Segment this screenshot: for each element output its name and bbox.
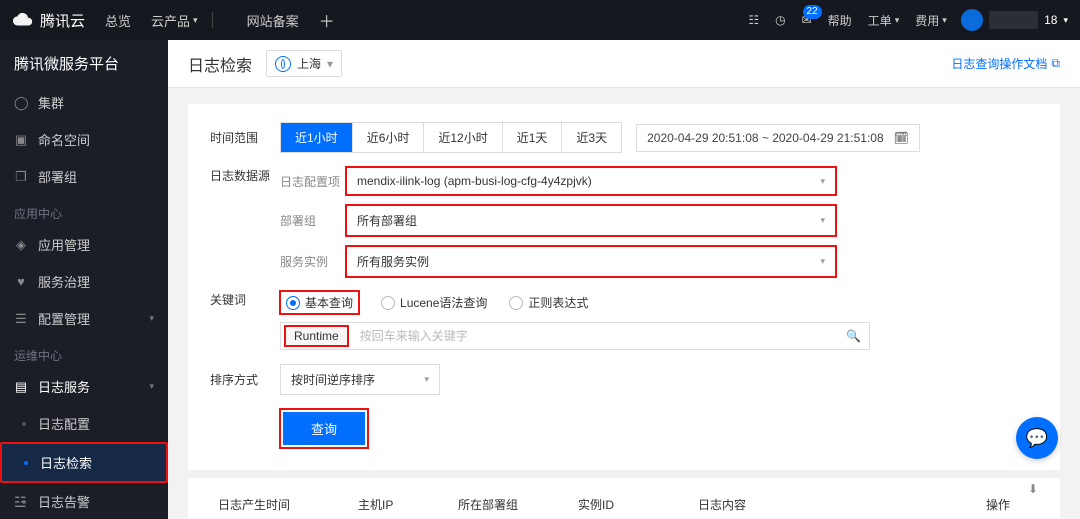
user-name	[989, 11, 1038, 29]
service-icon: ♥	[14, 274, 28, 289]
time-preset-1d[interactable]: 近1天	[503, 123, 563, 152]
namespace-icon: ▣	[14, 132, 28, 148]
label-instance: 服务实例	[280, 253, 346, 270]
label-datasource: 日志数据源	[210, 167, 280, 184]
chevron-down-icon: ▾	[424, 374, 429, 385]
chevron-down-icon: ▾	[942, 15, 947, 26]
brand-text: 腾讯云	[40, 10, 85, 31]
avatar	[961, 9, 983, 31]
page-title: 日志检索	[188, 52, 252, 76]
search-form: 时间范围 近1小时 近6小时 近12小时 近1天 近3天 2020-04-29 …	[188, 104, 1060, 470]
query-button[interactable]: 查询	[283, 412, 365, 445]
label-sort: 排序方式	[210, 371, 280, 388]
divider	[212, 12, 213, 28]
config-select[interactable]: mendix-ilink-log (apm-busi-log-cfg-4y4zp…	[346, 167, 836, 195]
radio-regex-query[interactable]: 正则表达式	[509, 294, 588, 311]
chevron-down-icon: ▾	[895, 15, 900, 26]
main: 日志检索 上海 ▾ 日志查询操作文档 ⧉ 时间范围 近1小时 近6小时 近12小…	[168, 40, 1080, 519]
app-icon: ◈	[14, 237, 28, 253]
search-icon[interactable]: 🔍	[838, 329, 869, 343]
sidebar-item-app-mgmt[interactable]: ◈应用管理	[0, 226, 168, 263]
user-menu[interactable]: 18 ▾	[961, 9, 1068, 31]
time-preset-3d[interactable]: 近3天	[562, 123, 621, 152]
chevron-down-icon: ▾	[820, 215, 825, 226]
keyword-input-wrap: Runtime 🔍	[280, 322, 870, 350]
sidebar-item-namespace[interactable]: ▣命名空间	[0, 121, 168, 158]
sort-select[interactable]: 按时间逆序排序▾	[280, 364, 440, 395]
keyword-input[interactable]	[352, 323, 838, 349]
radio-basic-query[interactable]: 基本查询	[280, 291, 359, 314]
col-group: 所在部署组	[450, 486, 570, 519]
sidebar-sub-log-config[interactable]: 日志配置	[0, 405, 168, 442]
label-time: 时间范围	[210, 129, 280, 146]
sidebar-item-cluster[interactable]: ◯集群	[0, 84, 168, 121]
nav-overview[interactable]: 总览	[105, 11, 131, 30]
time-preset-6h[interactable]: 近6小时	[353, 123, 425, 152]
time-presets: 近1小时 近6小时 近12小时 近1天 近3天	[280, 122, 622, 153]
chevron-down-icon: ▾	[193, 15, 198, 26]
clock-icon[interactable]: ◷	[775, 13, 785, 27]
log-icon: ▤	[14, 379, 28, 395]
nav-help[interactable]: 帮助	[828, 12, 852, 29]
col-ip: 主机IP	[350, 486, 450, 519]
globe-icon	[275, 56, 291, 72]
keyword-tag[interactable]: Runtime	[285, 326, 348, 346]
chat-icon: 💬	[1026, 428, 1048, 449]
col-instance: 实例ID	[570, 486, 690, 519]
chevron-down-icon: ▾	[149, 313, 154, 324]
doc-link[interactable]: 日志查询操作文档 ⧉	[951, 55, 1060, 72]
config-icon: ☰	[14, 311, 28, 327]
col-time: 日志产生时间	[210, 486, 350, 519]
sidebar-section-app: 应用中心	[0, 195, 168, 226]
add-icon[interactable]: ＋	[319, 8, 335, 32]
table-header: 日志产生时间 主机IP 所在部署组 实例ID 日志内容 操作	[210, 486, 1038, 519]
sidebar: 腾讯微服务平台 ◯集群 ▣命名空间 ❐部署组 应用中心 ◈应用管理 ♥服务治理 …	[0, 40, 168, 519]
deploy-icon: ❐	[14, 169, 28, 185]
sidebar-sub-log-search[interactable]: 日志检索	[0, 442, 168, 483]
nav-beian[interactable]: 网站备案	[247, 11, 299, 30]
cloud-icon	[12, 9, 34, 31]
radio-lucene-query[interactable]: Lucene语法查询	[381, 294, 487, 311]
sidebar-item-deploy-group[interactable]: ❐部署组	[0, 158, 168, 195]
nav-ticket[interactable]: 工单▾	[868, 12, 900, 29]
external-link-icon: ⧉	[1051, 56, 1060, 71]
cluster-icon: ◯	[14, 95, 28, 111]
console-icon[interactable]: ☷	[748, 13, 759, 27]
calendar-icon: 🗓	[894, 131, 909, 145]
col-content: 日志内容	[690, 486, 978, 519]
region-value: 上海	[297, 55, 321, 72]
brand-logo[interactable]: 腾讯云	[12, 9, 85, 31]
time-preset-1h[interactable]: 近1小时	[281, 123, 353, 152]
sidebar-section-ops: 运维中心	[0, 337, 168, 368]
chevron-down-icon: ▾	[820, 176, 825, 187]
label-group: 部署组	[280, 212, 346, 229]
chevron-down-icon: ▾	[1063, 15, 1068, 26]
nav-billing[interactable]: 费用▾	[915, 12, 947, 29]
sidebar-title: 腾讯微服务平台	[0, 40, 168, 84]
chevron-down-icon: ▾	[820, 256, 825, 267]
nav-products[interactable]: 云产品 ▾	[151, 11, 198, 30]
collapse-sidebar-icon[interactable]: ☳	[14, 494, 27, 511]
page-header: 日志检索 上海 ▾ 日志查询操作文档 ⧉	[168, 40, 1080, 88]
label-keyword: 关键词	[210, 291, 280, 308]
sidebar-item-svc-gov[interactable]: ♥服务治理	[0, 263, 168, 300]
mail-icon[interactable]: ✉22	[802, 13, 812, 27]
chevron-down-icon: ▾	[149, 381, 154, 392]
download-icon[interactable]: ⬇	[1028, 482, 1038, 496]
sidebar-item-cfg-mgmt[interactable]: ☰配置管理▾	[0, 300, 168, 337]
datetime-range[interactable]: 2020-04-29 20:51:08 ~ 2020-04-29 21:51:0…	[636, 124, 920, 152]
msg-badge: 22	[803, 5, 822, 19]
results-panel: ⬇ 日志产生时间 主机IP 所在部署组 实例ID 日志内容 操作	[188, 478, 1060, 519]
sidebar-item-log-service[interactable]: ▤日志服务▾	[0, 368, 168, 405]
instance-select[interactable]: 所有服务实例▾	[346, 246, 836, 277]
region-select[interactable]: 上海 ▾	[266, 50, 342, 77]
topbar: 腾讯云 总览 云产品 ▾ 网站备案 ＋ ☷ ◷ ✉22 帮助 工单▾ 费用▾ 1…	[0, 0, 1080, 40]
chat-fab[interactable]: 💬	[1016, 417, 1058, 459]
time-preset-12h[interactable]: 近12小时	[424, 123, 502, 152]
chevron-down-icon: ▾	[327, 57, 333, 71]
group-select[interactable]: 所有部署组▾	[346, 205, 836, 236]
label-config: 日志配置项	[280, 173, 346, 190]
